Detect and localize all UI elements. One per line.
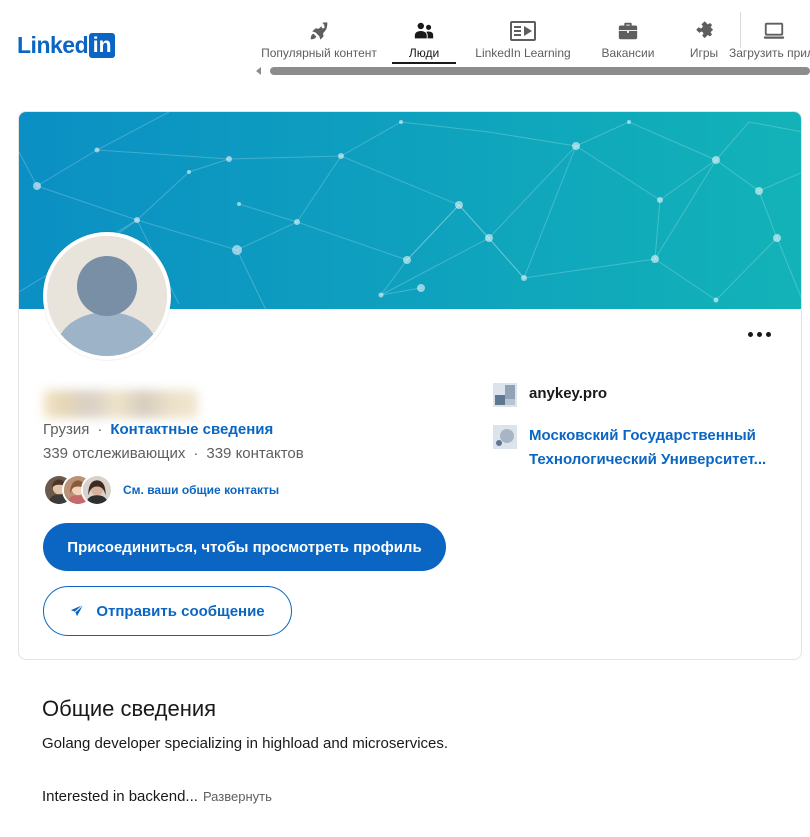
expand-about-button[interactable]: Развернуть <box>203 789 272 804</box>
school-name: Московский Государственный Технологическ… <box>529 424 777 472</box>
followers-count: 339 отслеживающих <box>43 445 186 462</box>
logo-in-badge: in <box>89 32 116 58</box>
company-logo-icon <box>493 383 517 407</box>
nav-item-people[interactable]: Люди <box>392 16 456 64</box>
profile-card: Грузия · Контактные сведения 339 отслежи… <box>18 111 802 660</box>
school-name-line-1: Московский Государственный <box>529 427 756 444</box>
school-name-line-2: Технологический Университет... <box>529 451 767 468</box>
logo-text: Linked <box>17 31 89 58</box>
nav-label: Люди <box>408 46 440 60</box>
default-avatar-icon <box>47 236 167 384</box>
nav-label: Игры <box>689 46 719 60</box>
briefcase-icon <box>618 22 638 40</box>
mutual-connections[interactable]: См. ваши общие контакты <box>43 474 279 506</box>
ellipsis-dot-icon <box>756 331 762 337</box>
top-navigation-bar: Linked in Популярный контент Люди Linked… <box>0 0 810 80</box>
scroll-left-arrow-icon[interactable] <box>256 67 261 75</box>
more-options-button[interactable] <box>741 322 777 346</box>
profile-stats-row: 339 отслеживающих · 339 контактов <box>43 445 304 462</box>
linkedin-logo[interactable]: Linked in <box>17 31 116 58</box>
company-name: anykey.pro <box>529 385 608 402</box>
about-more-text: Interested in backend... <box>42 788 198 805</box>
send-icon <box>71 604 84 617</box>
join-to-view-profile-button[interactable]: Присоединиться, чтобы просмотреть профил… <box>43 523 446 571</box>
nav-item-download-app[interactable]: Загрузить прил <box>727 16 810 64</box>
separator-dot: · <box>97 421 103 438</box>
nav-label: Вакансии <box>601 46 655 60</box>
connections-count: 339 контактов <box>206 445 304 462</box>
profile-location-row: Грузия · Контактные сведения <box>43 421 273 438</box>
profile-avatar <box>43 232 171 384</box>
nav-label: Загрузить прил <box>729 46 810 60</box>
nav-item-jobs[interactable]: Вакансии <box>596 16 660 64</box>
top-nav: Популярный контент Люди LinkedIn Learnin… <box>258 12 810 64</box>
video-icon <box>510 21 536 41</box>
nav-item-linkedin-learning[interactable]: LinkedIn Learning <box>468 16 578 64</box>
ellipsis-dot-icon <box>765 331 771 337</box>
horizontal-scrollbar[interactable] <box>270 67 810 75</box>
ellipsis-dot-icon <box>747 331 753 337</box>
rocket-icon <box>310 22 328 40</box>
profile-name-redacted <box>43 390 198 418</box>
nav-label: LinkedIn Learning <box>475 46 571 60</box>
current-company[interactable]: anykey.pro <box>493 382 607 407</box>
mutual-connections-link[interactable]: См. ваши общие контакты <box>123 483 279 497</box>
nav-label: Популярный контент <box>261 46 377 60</box>
school-logo-icon <box>493 425 517 449</box>
send-message-button[interactable]: Отправить сообщение <box>43 586 292 636</box>
education-school[interactable]: Московский Государственный Технологическ… <box>493 424 777 472</box>
about-truncated-text: Interested in backend... Развернуть <box>42 788 272 805</box>
laptop-icon <box>763 22 785 39</box>
mutual-avatars <box>43 474 115 506</box>
separator-dot: · <box>193 445 199 462</box>
nav-item-games[interactable]: Игры <box>682 16 726 64</box>
puzzle-icon <box>696 21 714 39</box>
send-message-label: Отправить сообщение <box>96 602 265 620</box>
nav-item-popular-content[interactable]: Популярный контент <box>258 16 380 64</box>
mutual-avatar <box>81 474 113 506</box>
profile-location: Грузия <box>43 421 90 438</box>
people-icon <box>414 22 434 39</box>
contact-info-link[interactable]: Контактные сведения <box>110 421 273 438</box>
about-text: Golang developer specializing in highloa… <box>42 735 449 752</box>
about-section-title: Общие сведения <box>42 696 217 721</box>
